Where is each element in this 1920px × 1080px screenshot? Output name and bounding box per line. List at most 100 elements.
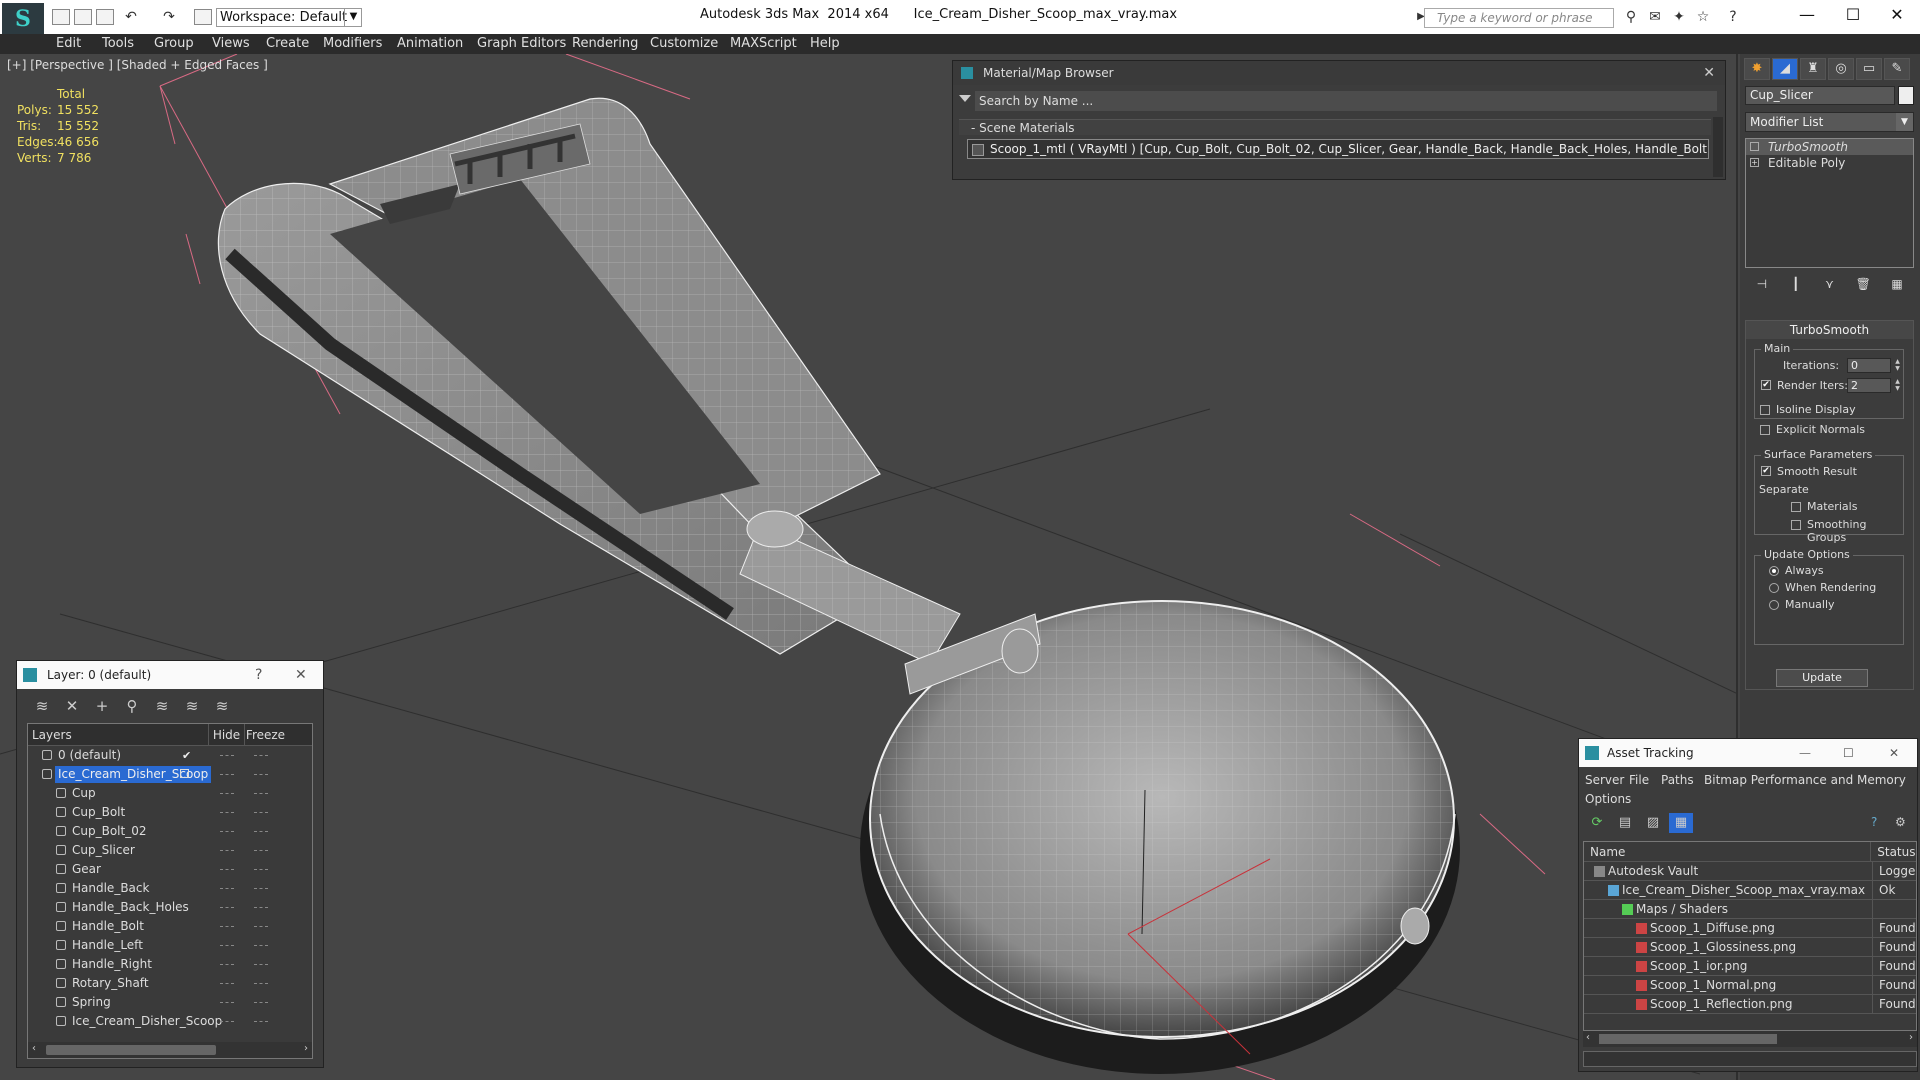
undo-icon[interactable]: ↶ bbox=[122, 9, 140, 25]
scroll-right-icon[interactable]: › bbox=[1909, 1032, 1913, 1043]
highlight-selected-icon[interactable]: ≋ bbox=[147, 695, 177, 717]
layer-name[interactable]: Handle_Right bbox=[69, 956, 155, 973]
motion-tab-icon[interactable]: ◎ bbox=[1828, 58, 1854, 80]
column-freeze[interactable]: Freeze bbox=[244, 724, 286, 745]
hide-toggle[interactable] bbox=[220, 926, 234, 927]
hide-toggle[interactable] bbox=[220, 850, 234, 851]
render-iters-checkbox[interactable]: ✔ bbox=[1761, 380, 1771, 390]
layer-row[interactable]: Handle_Back_Holes bbox=[28, 898, 312, 917]
make-unique-icon[interactable]: ⋎ bbox=[1819, 274, 1839, 294]
show-end-result-icon[interactable]: ┃ bbox=[1786, 274, 1806, 294]
layer-row[interactable]: Cup_Bolt bbox=[28, 803, 312, 822]
hide-all-layers-icon[interactable]: ≋ bbox=[207, 695, 237, 717]
chevron-down-icon[interactable]: ▼ bbox=[1896, 113, 1913, 131]
hide-toggle[interactable] bbox=[220, 983, 234, 984]
new-file-icon[interactable] bbox=[52, 9, 70, 25]
close-button[interactable]: ✕ bbox=[1874, 0, 1920, 30]
layer-name[interactable]: Handle_Back bbox=[69, 880, 152, 897]
menu-edit[interactable]: Edit bbox=[56, 36, 81, 51]
expand-icon[interactable]: + bbox=[1750, 158, 1759, 167]
column-status[interactable]: Status bbox=[1870, 842, 1916, 861]
workspace-dropdown[interactable]: Workspace: Default bbox=[216, 8, 362, 27]
menu-modifiers[interactable]: Modifiers bbox=[323, 36, 382, 51]
freeze-toggle[interactable] bbox=[254, 755, 268, 756]
maximize-icon[interactable]: ☐ bbox=[1843, 739, 1854, 767]
layer-horizontal-scrollbar[interactable]: ‹ › bbox=[28, 1042, 312, 1058]
asset-row[interactable]: Autodesk Vault Logged O bbox=[1584, 862, 1916, 881]
freeze-toggle[interactable] bbox=[254, 793, 268, 794]
update-button[interactable]: Update bbox=[1776, 669, 1868, 687]
freeze-toggle[interactable] bbox=[254, 1002, 268, 1003]
hide-toggle[interactable] bbox=[220, 793, 234, 794]
layer-name[interactable]: Cup bbox=[69, 785, 99, 802]
asset-row[interactable]: Maps / Shaders bbox=[1584, 900, 1916, 919]
scroll-left-icon[interactable]: ‹ bbox=[32, 1043, 36, 1054]
stack-item-turbosmooth[interactable]: TurboSmooth bbox=[1746, 139, 1913, 155]
scroll-left-icon[interactable]: ‹ bbox=[1586, 1032, 1590, 1043]
hide-toggle[interactable] bbox=[220, 1021, 234, 1022]
rollout-header[interactable]: TurboSmooth bbox=[1746, 321, 1913, 339]
refresh-icon[interactable]: ⟳ bbox=[1585, 813, 1609, 833]
layer-row[interactable]: Handle_Left bbox=[28, 936, 312, 955]
lightbulb-icon[interactable] bbox=[1750, 142, 1759, 151]
freeze-toggle[interactable] bbox=[254, 983, 268, 984]
menu-group[interactable]: Group bbox=[154, 36, 194, 51]
freeze-toggle[interactable] bbox=[254, 869, 268, 870]
project-folder-icon[interactable] bbox=[194, 9, 212, 25]
freeze-toggle[interactable] bbox=[254, 964, 268, 965]
object-color-swatch[interactable] bbox=[1898, 86, 1914, 105]
table-view-icon[interactable]: ▦ bbox=[1669, 813, 1693, 833]
binoculars-icon[interactable]: ⚲ bbox=[1622, 9, 1640, 25]
viewport-label[interactable]: [+] [Perspective ] [Shaded + Edged Faces… bbox=[7, 58, 268, 72]
close-icon[interactable]: ✕ bbox=[1703, 61, 1715, 85]
menu-views[interactable]: Views bbox=[212, 36, 250, 51]
layer-name[interactable]: Handle_Left bbox=[69, 937, 146, 954]
menu-create[interactable]: Create bbox=[266, 36, 309, 51]
hide-toggle[interactable] bbox=[220, 755, 234, 756]
search-input[interactable]: Type a keyword or phrase bbox=[1424, 8, 1614, 28]
hierarchy-tab-icon[interactable]: ♜ bbox=[1800, 58, 1826, 80]
thumbnail-view-icon[interactable]: ▨ bbox=[1641, 813, 1665, 833]
remove-modifier-icon[interactable]: 🗑 bbox=[1853, 274, 1873, 294]
freeze-toggle[interactable] bbox=[254, 831, 268, 832]
freeze-toggle[interactable] bbox=[254, 812, 268, 813]
help-icon[interactable]: ? bbox=[1724, 9, 1742, 25]
asset-row[interactable]: Scoop_1_Glossiness.png Found bbox=[1584, 938, 1916, 957]
communication-center-icon[interactable]: ✉ bbox=[1646, 9, 1664, 25]
layer-name[interactable]: Cup_Slicer bbox=[69, 842, 138, 859]
layer-row[interactable]: Handle_Bolt bbox=[28, 917, 312, 936]
asset-tracking-titlebar[interactable]: Asset Tracking — ☐ ✕ bbox=[1579, 739, 1917, 767]
minimize-icon[interactable]: — bbox=[1799, 739, 1811, 767]
update-manually-radio[interactable] bbox=[1769, 600, 1779, 610]
app-menu-button[interactable]: S bbox=[2, 3, 44, 34]
close-icon[interactable]: ✕ bbox=[295, 661, 307, 689]
utilities-tab-icon[interactable]: ✎ bbox=[1884, 58, 1910, 80]
freeze-toggle[interactable] bbox=[254, 926, 268, 927]
modify-tab-icon[interactable]: ◢ bbox=[1772, 58, 1798, 80]
asset-horizontal-scrollbar[interactable]: ‹ › bbox=[1583, 1031, 1917, 1047]
stack-item-editable-poly[interactable]: + Editable Poly bbox=[1746, 155, 1913, 171]
menu-rendering[interactable]: Rendering bbox=[572, 36, 638, 51]
layer-row[interactable]: Rotary_Shaft bbox=[28, 974, 312, 993]
layer-row[interactable]: Ice_Cream_Disher_Scoop bbox=[28, 1012, 312, 1031]
iterations-spinner[interactable]: 0 bbox=[1847, 358, 1891, 373]
layer-row[interactable]: Handle_Back bbox=[28, 879, 312, 898]
column-name[interactable]: Name bbox=[1584, 842, 1870, 861]
layer-name[interactable]: Spring bbox=[69, 994, 114, 1011]
layer-row[interactable]: Spring bbox=[28, 993, 312, 1012]
smoothing-groups-checkbox[interactable] bbox=[1791, 520, 1801, 530]
help-icon[interactable]: ? bbox=[255, 661, 262, 689]
favorites-icon[interactable]: ☆ bbox=[1694, 9, 1712, 25]
hide-toggle[interactable] bbox=[220, 945, 234, 946]
pin-stack-icon[interactable]: ⊣ bbox=[1752, 274, 1772, 294]
isoline-display-checkbox[interactable] bbox=[1760, 405, 1770, 415]
layer-row[interactable]: Cup_Slicer bbox=[28, 841, 312, 860]
asset-row[interactable]: Scoop_1_Reflection.png Found bbox=[1584, 995, 1916, 1014]
create-tab-icon[interactable]: ✸ bbox=[1744, 58, 1770, 80]
scroll-thumb[interactable] bbox=[1599, 1034, 1777, 1044]
layer-explorer-titlebar[interactable]: Layer: 0 (default) ? ✕ bbox=[17, 661, 323, 689]
menu-customize[interactable]: Customize bbox=[650, 36, 718, 51]
column-layers[interactable]: Layers bbox=[28, 724, 208, 745]
set-current-checkbox[interactable] bbox=[180, 769, 189, 778]
asset-menu-options[interactable]: Options bbox=[1585, 792, 1631, 806]
